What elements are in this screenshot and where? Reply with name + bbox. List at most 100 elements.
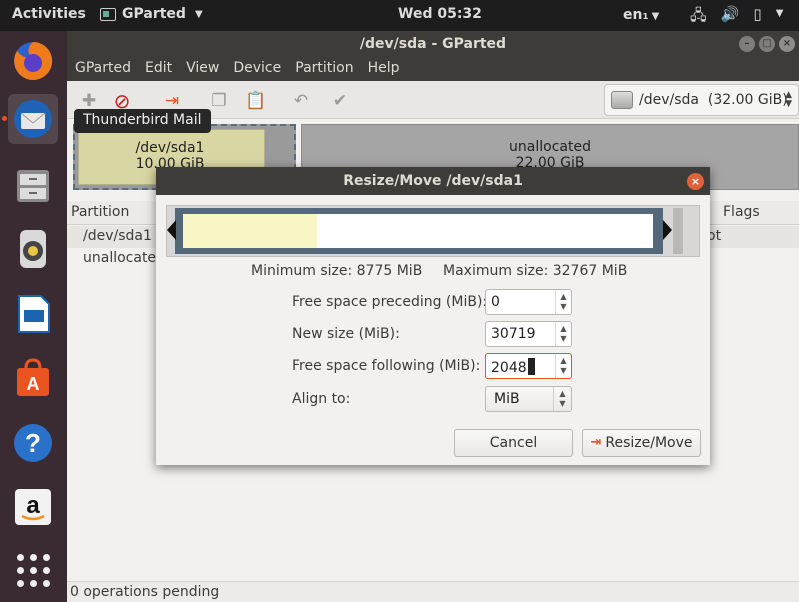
shopping-bag-icon: A bbox=[17, 358, 49, 396]
gparted-app-icon bbox=[100, 7, 116, 21]
align-label: Align to: bbox=[292, 391, 351, 407]
thunderbird-launcher[interactable] bbox=[2, 94, 58, 144]
close-button[interactable]: × bbox=[779, 36, 795, 52]
spin-arrows-icon[interactable]: ▲ ▼ bbox=[555, 354, 571, 378]
minimum-size-label: Minimum size: 8775 MiB bbox=[251, 263, 423, 279]
spin-arrows-icon[interactable]: ▲ ▼ bbox=[555, 322, 571, 346]
clock[interactable]: Wed 05:32 bbox=[398, 6, 482, 22]
column-partition[interactable]: Partition bbox=[71, 204, 129, 220]
menu-help[interactable]: Help bbox=[368, 57, 407, 81]
align-value: MiB bbox=[494, 391, 520, 407]
apply-icon[interactable]: ✔ bbox=[328, 89, 352, 113]
rhythmbox-launcher[interactable] bbox=[8, 224, 58, 274]
new-size-label: New size (MiB): bbox=[292, 326, 400, 342]
dock-tooltip: Thunderbird Mail bbox=[74, 109, 211, 133]
following-space-bar bbox=[673, 208, 683, 254]
svg-text:a: a bbox=[26, 492, 40, 519]
status-bar: 0 operations pending bbox=[67, 581, 799, 602]
amazon-icon: a bbox=[15, 489, 51, 525]
menu-edit[interactable]: Edit bbox=[145, 57, 179, 81]
language-indicator[interactable]: en₁ ▼ bbox=[623, 7, 659, 23]
chevron-down-icon: ▼ bbox=[651, 11, 660, 22]
copy-icon[interactable]: ❐ bbox=[207, 89, 231, 113]
dialog-close-icon[interactable]: × bbox=[687, 173, 704, 190]
row-partition: /dev/sda1 bbox=[83, 228, 152, 244]
resize-move-dialog: Resize/Move /dev/sda1 × Minimum size: 87… bbox=[156, 167, 710, 465]
resize-move-label: Resize/Move bbox=[605, 435, 693, 451]
writer-launcher[interactable] bbox=[8, 289, 58, 339]
hard-disk-icon bbox=[611, 91, 633, 109]
menu-bar: GParted Edit View Device Partition Help bbox=[67, 57, 799, 81]
document-icon bbox=[18, 295, 50, 333]
right-resize-handle-icon[interactable] bbox=[663, 220, 672, 240]
new-size-row: New size (MiB): 30719 ▲ ▼ bbox=[292, 321, 712, 349]
dock: A ? a bbox=[0, 31, 67, 602]
app-grid-icon bbox=[16, 553, 50, 587]
help-icon: ? bbox=[14, 424, 52, 462]
free-preceding-input[interactable]: 0 ▲ ▼ bbox=[485, 289, 572, 315]
dialog-titlebar[interactable]: Resize/Move /dev/sda1 × bbox=[156, 167, 710, 195]
align-select[interactable]: MiB ▲ ▼ bbox=[485, 386, 572, 412]
new-size-input[interactable]: 30719 ▲ ▼ bbox=[485, 321, 572, 347]
free-preceding-label: Free space preceding (MiB): bbox=[292, 294, 488, 310]
device-selector[interactable]: /dev/sda (32.00 GiB) ▲ ▼ bbox=[604, 84, 799, 116]
free-preceding-value: 0 bbox=[491, 294, 500, 310]
activities-button[interactable]: Activities bbox=[12, 6, 86, 22]
dialog-title: Resize/Move /dev/sda1 bbox=[343, 173, 523, 189]
undo-icon[interactable]: ↶ bbox=[289, 89, 313, 113]
window-title: /dev/sda - GParted bbox=[359, 36, 507, 52]
chevron-down-icon: ▼ bbox=[194, 8, 203, 20]
app-menu-button[interactable]: GParted ▼ bbox=[100, 6, 203, 22]
paste-icon[interactable]: 📋 bbox=[244, 89, 268, 113]
battery-icon: ▯ bbox=[753, 5, 762, 23]
free-preceding-row: Free space preceding (MiB): 0 ▲ ▼ bbox=[292, 289, 712, 317]
resize-move-button[interactable]: ⇥ Resize/Move bbox=[582, 429, 701, 457]
files-launcher[interactable] bbox=[8, 161, 58, 211]
free-following-value: 2048 bbox=[491, 360, 527, 376]
graph-part1-name: /dev/sda1 bbox=[135, 140, 205, 156]
firefox-icon bbox=[14, 41, 53, 80]
system-tray[interactable]: 🖧 🔊 ▯ ▼ bbox=[690, 5, 783, 30]
partition-frame[interactable] bbox=[175, 208, 663, 254]
spin-arrows-icon[interactable]: ▲ ▼ bbox=[555, 290, 571, 314]
left-resize-handle-icon[interactable] bbox=[167, 220, 176, 240]
running-indicator bbox=[2, 116, 7, 121]
window-titlebar[interactable]: /dev/sda - GParted – □ × bbox=[67, 31, 799, 57]
software-launcher[interactable]: A bbox=[8, 353, 58, 403]
menu-partition[interactable]: Partition bbox=[295, 57, 360, 81]
align-row: Align to: MiB ▲ ▼ bbox=[292, 386, 712, 414]
row-partition: unallocated bbox=[83, 250, 165, 266]
maximum-size-label: Maximum size: 32767 MiB bbox=[443, 263, 628, 279]
menu-device[interactable]: Device bbox=[233, 57, 288, 81]
spin-arrows-icon: ▲ ▼ bbox=[553, 387, 571, 411]
device-selector-label: /dev/sda (32.00 GiB) bbox=[639, 92, 788, 108]
free-following-label: Free space following (MiB): bbox=[292, 358, 481, 374]
free-following-row: Free space following (MiB): 2048 ▲ ▼ bbox=[292, 353, 712, 381]
help-launcher[interactable]: ? bbox=[8, 418, 58, 468]
amazon-launcher[interactable]: a bbox=[8, 482, 58, 532]
partition-area bbox=[183, 214, 653, 248]
used-space-bar bbox=[183, 214, 317, 248]
firefox-launcher[interactable] bbox=[8, 36, 58, 86]
menu-gparted[interactable]: GParted bbox=[75, 57, 138, 81]
svg-text:?: ? bbox=[25, 428, 41, 458]
minimize-button[interactable]: – bbox=[739, 36, 755, 52]
column-flags[interactable]: Flags bbox=[723, 204, 760, 220]
spin-arrows-icon: ▲ ▼ bbox=[785, 90, 792, 109]
new-size-value: 30719 bbox=[491, 326, 536, 342]
maximize-button[interactable]: □ bbox=[759, 36, 775, 52]
network-icon: 🖧 bbox=[690, 6, 707, 24]
resize-visualizer bbox=[166, 205, 700, 257]
top-bar: Activities GParted ▼ Wed 05:32 en₁ ▼ 🖧 🔊 … bbox=[0, 0, 799, 31]
show-applications-button[interactable] bbox=[8, 545, 58, 595]
cancel-button[interactable]: Cancel bbox=[454, 429, 573, 457]
app-name: GParted bbox=[122, 6, 186, 22]
free-following-input[interactable]: 2048 ▲ ▼ bbox=[485, 353, 572, 379]
volume-icon: 🔊 bbox=[720, 5, 740, 23]
text-cursor bbox=[527, 358, 535, 375]
graph-part2-name: unallocated bbox=[509, 139, 591, 155]
svg-text:A: A bbox=[27, 374, 40, 394]
thunderbird-icon bbox=[14, 100, 52, 138]
file-cabinet-icon bbox=[17, 170, 49, 202]
menu-view[interactable]: View bbox=[186, 57, 226, 81]
